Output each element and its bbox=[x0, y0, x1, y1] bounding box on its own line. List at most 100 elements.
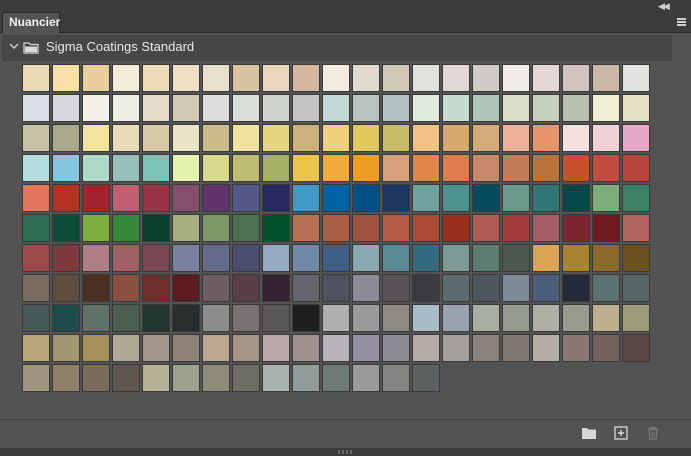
color-swatch[interactable] bbox=[352, 334, 380, 362]
color-swatch[interactable] bbox=[52, 334, 80, 362]
color-swatch[interactable] bbox=[292, 274, 320, 302]
color-swatch[interactable] bbox=[82, 364, 110, 392]
color-swatch[interactable] bbox=[502, 214, 530, 242]
color-swatch[interactable] bbox=[172, 214, 200, 242]
color-swatch[interactable] bbox=[352, 214, 380, 242]
color-swatch[interactable] bbox=[382, 304, 410, 332]
color-swatch[interactable] bbox=[322, 274, 350, 302]
color-swatch[interactable] bbox=[52, 154, 80, 182]
color-swatch[interactable] bbox=[502, 334, 530, 362]
color-swatch[interactable] bbox=[202, 214, 230, 242]
color-swatch[interactable] bbox=[532, 244, 560, 272]
color-swatch[interactable] bbox=[142, 154, 170, 182]
color-swatch[interactable] bbox=[532, 214, 560, 242]
color-swatch[interactable] bbox=[562, 154, 590, 182]
color-swatch[interactable] bbox=[592, 214, 620, 242]
color-swatch[interactable] bbox=[562, 274, 590, 302]
color-swatch[interactable] bbox=[322, 214, 350, 242]
color-swatch[interactable] bbox=[472, 334, 500, 362]
color-swatch[interactable] bbox=[262, 334, 290, 362]
color-swatch[interactable] bbox=[352, 124, 380, 152]
color-swatch[interactable] bbox=[82, 184, 110, 212]
color-swatch[interactable] bbox=[52, 214, 80, 242]
color-swatch[interactable] bbox=[592, 274, 620, 302]
color-swatch[interactable] bbox=[412, 364, 440, 392]
color-swatch[interactable] bbox=[202, 184, 230, 212]
color-swatch[interactable] bbox=[592, 304, 620, 332]
color-swatch[interactable] bbox=[172, 124, 200, 152]
color-swatch[interactable] bbox=[622, 124, 650, 152]
color-swatch[interactable] bbox=[472, 184, 500, 212]
trash-icon[interactable] bbox=[645, 426, 661, 440]
color-swatch[interactable] bbox=[202, 304, 230, 332]
color-swatch[interactable] bbox=[592, 94, 620, 122]
color-swatch[interactable] bbox=[292, 94, 320, 122]
color-swatch[interactable] bbox=[562, 184, 590, 212]
color-swatch[interactable] bbox=[382, 124, 410, 152]
color-swatch[interactable] bbox=[592, 334, 620, 362]
color-swatch[interactable] bbox=[412, 64, 440, 92]
color-swatch[interactable] bbox=[112, 214, 140, 242]
add-swatch-icon[interactable] bbox=[613, 426, 629, 440]
double-chevron-left-icon[interactable]: ◀◀ bbox=[658, 2, 670, 11]
color-swatch[interactable] bbox=[412, 334, 440, 362]
color-swatch[interactable] bbox=[442, 334, 470, 362]
color-swatch[interactable] bbox=[472, 154, 500, 182]
chevron-down-icon[interactable] bbox=[9, 41, 19, 51]
color-swatch[interactable] bbox=[142, 334, 170, 362]
color-swatch[interactable] bbox=[202, 244, 230, 272]
color-swatch[interactable] bbox=[82, 334, 110, 362]
color-swatch[interactable] bbox=[322, 244, 350, 272]
color-swatch[interactable] bbox=[622, 64, 650, 92]
color-swatch[interactable] bbox=[412, 94, 440, 122]
color-swatch[interactable] bbox=[502, 304, 530, 332]
color-swatch[interactable] bbox=[232, 334, 260, 362]
color-swatch[interactable] bbox=[142, 94, 170, 122]
color-swatch[interactable] bbox=[352, 364, 380, 392]
color-swatch[interactable] bbox=[352, 304, 380, 332]
color-swatch[interactable] bbox=[202, 94, 230, 122]
color-swatch[interactable] bbox=[232, 124, 260, 152]
color-swatch[interactable] bbox=[562, 64, 590, 92]
color-swatch[interactable] bbox=[592, 154, 620, 182]
color-swatch[interactable] bbox=[262, 214, 290, 242]
color-swatch[interactable] bbox=[472, 274, 500, 302]
new-group-folder-icon[interactable] bbox=[581, 426, 597, 440]
color-swatch[interactable] bbox=[292, 334, 320, 362]
color-swatch[interactable] bbox=[322, 124, 350, 152]
color-swatch[interactable] bbox=[622, 244, 650, 272]
color-swatch[interactable] bbox=[52, 274, 80, 302]
color-swatch[interactable] bbox=[172, 154, 200, 182]
color-swatch[interactable] bbox=[52, 364, 80, 392]
color-swatch[interactable] bbox=[412, 304, 440, 332]
color-swatch[interactable] bbox=[112, 334, 140, 362]
color-swatch[interactable] bbox=[142, 244, 170, 272]
color-swatch[interactable] bbox=[412, 184, 440, 212]
color-swatch[interactable] bbox=[22, 274, 50, 302]
color-swatch[interactable] bbox=[172, 184, 200, 212]
color-swatch[interactable] bbox=[232, 184, 260, 212]
color-swatch[interactable] bbox=[322, 94, 350, 122]
color-swatch[interactable] bbox=[262, 154, 290, 182]
color-swatch[interactable] bbox=[262, 304, 290, 332]
color-swatch[interactable] bbox=[532, 124, 560, 152]
color-swatch[interactable] bbox=[532, 154, 560, 182]
color-swatch[interactable] bbox=[202, 154, 230, 182]
color-swatch[interactable] bbox=[502, 64, 530, 92]
color-swatch[interactable] bbox=[232, 94, 260, 122]
color-swatch[interactable] bbox=[442, 94, 470, 122]
color-swatch[interactable] bbox=[562, 304, 590, 332]
color-swatch[interactable] bbox=[622, 334, 650, 362]
color-swatch[interactable] bbox=[532, 184, 560, 212]
color-swatch[interactable] bbox=[52, 304, 80, 332]
color-swatch[interactable] bbox=[442, 244, 470, 272]
color-swatch[interactable] bbox=[442, 274, 470, 302]
color-swatch[interactable] bbox=[292, 154, 320, 182]
color-swatch[interactable] bbox=[172, 94, 200, 122]
color-swatch[interactable] bbox=[592, 124, 620, 152]
color-swatch[interactable] bbox=[292, 214, 320, 242]
color-swatch[interactable] bbox=[622, 184, 650, 212]
color-swatch[interactable] bbox=[142, 274, 170, 302]
color-swatch[interactable] bbox=[322, 364, 350, 392]
color-swatch[interactable] bbox=[202, 334, 230, 362]
